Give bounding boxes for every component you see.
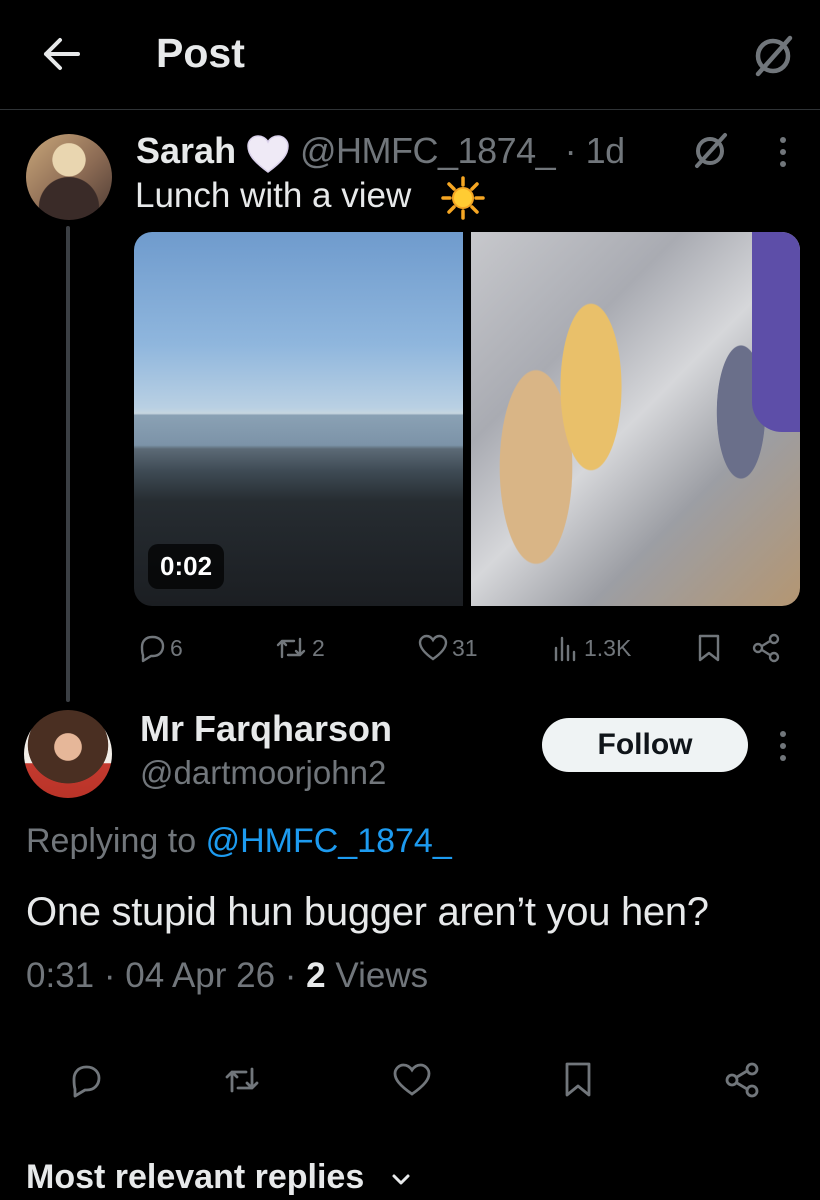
- sun-emoji: [441, 176, 485, 220]
- reply-count: 6: [170, 634, 183, 661]
- back-arrow-icon: [44, 38, 80, 70]
- views-count: 1.3K: [584, 634, 632, 661]
- reply-action[interactable]: 6: [136, 624, 183, 672]
- author-name[interactable]: Sarah: [136, 130, 236, 172]
- reply-comment-button[interactable]: [58, 1052, 114, 1108]
- chevron-down-icon: [392, 1174, 410, 1185]
- replying-prefix: Replying to: [26, 822, 197, 860]
- page-title: Post: [156, 30, 245, 76]
- more-icon: [780, 731, 786, 761]
- back-button[interactable]: [38, 32, 82, 76]
- bookmark-action[interactable]: [696, 624, 722, 672]
- reply-views-label: Views: [325, 956, 429, 995]
- bookmark-icon: [698, 634, 720, 662]
- reply-timestamp[interactable]: 0:31 · 04 Apr 26 ·: [26, 956, 306, 995]
- reply-author-handle[interactable]: @dartmoorjohn2: [140, 754, 386, 792]
- video-thumbnail[interactable]: 0:02: [134, 232, 463, 606]
- reply-more-button[interactable]: [770, 726, 796, 766]
- reply-bookmark-button[interactable]: [550, 1052, 606, 1108]
- like-icon: [418, 634, 448, 661]
- white-heart-emoji: [245, 134, 291, 174]
- avatar-mr-farqharson[interactable]: [24, 710, 112, 798]
- like-action[interactable]: 31: [418, 624, 478, 672]
- like-count: 31: [452, 634, 478, 661]
- media-grid: 0:02: [134, 232, 800, 606]
- repost-icon: [225, 1067, 259, 1093]
- follow-button[interactable]: Follow: [542, 718, 748, 772]
- views-icon: [554, 636, 576, 662]
- top-bar: [0, 0, 820, 110]
- like-icon: [393, 1063, 431, 1096]
- repost-action[interactable]: 2: [274, 624, 325, 672]
- share-icon: [725, 1062, 759, 1098]
- more-icon: [780, 137, 786, 167]
- grok-button-post[interactable]: [688, 128, 732, 172]
- photo-thumbnail[interactable]: [471, 232, 800, 606]
- reply-icon: [72, 1065, 101, 1098]
- post-more-button[interactable]: [770, 132, 796, 172]
- repost-icon: [276, 637, 306, 659]
- replying-to: Replying to @HMFC_1874_: [26, 822, 452, 861]
- replies-sort-label[interactable]: Most relevant replies: [26, 1158, 364, 1197]
- reply-meta: 0:31 · 04 Apr 26 · 2 Views: [26, 956, 428, 996]
- repost-count: 2: [312, 634, 325, 661]
- author-handle-time[interactable]: @HMFC_1874_ · 1d: [300, 130, 625, 172]
- reply-like-button[interactable]: [384, 1052, 440, 1108]
- views-action[interactable]: 1.3K: [552, 624, 631, 672]
- reply-icon: [140, 635, 165, 663]
- grok-button[interactable]: [748, 30, 798, 80]
- share-icon: [752, 633, 780, 663]
- reply-text: One stupid hun bugger aren’t you hen?: [26, 890, 709, 934]
- reply-views-count: 2: [306, 956, 326, 995]
- grok-icon: [755, 35, 793, 77]
- bookmark-icon: [565, 1062, 591, 1097]
- reply-action-bar: [0, 1052, 820, 1108]
- thread-line: [66, 226, 70, 702]
- grok-icon: [695, 133, 727, 168]
- reply-repost-button[interactable]: [214, 1052, 270, 1108]
- post-action-bar: 6 2 31 1.3K: [134, 624, 800, 672]
- replying-to-handle-link[interactable]: @HMFC_1874_: [206, 822, 452, 860]
- sort-dropdown[interactable]: [390, 1168, 412, 1190]
- reply-author-name[interactable]: Mr Farqharson: [140, 708, 392, 750]
- avatar-sarah[interactable]: [26, 134, 112, 220]
- share-action[interactable]: [750, 624, 782, 672]
- post-text: Lunch with a view: [135, 176, 412, 215]
- video-duration-badge: 0:02: [148, 544, 225, 589]
- reply-share-button[interactable]: [714, 1052, 770, 1108]
